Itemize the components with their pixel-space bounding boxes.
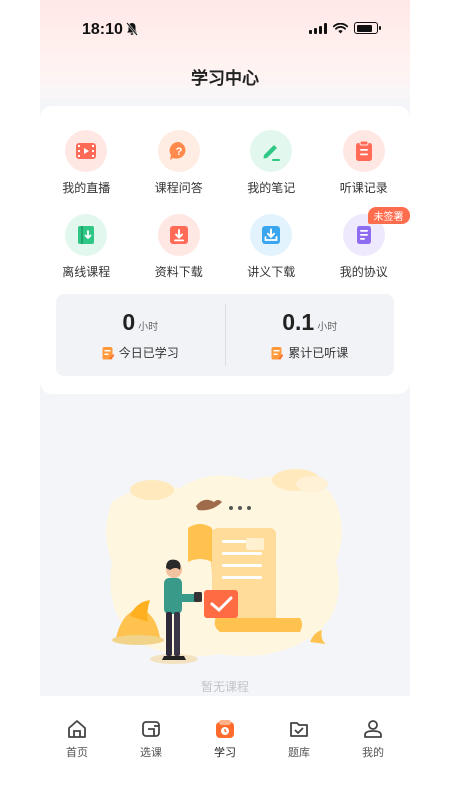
profile-icon [364,720,382,738]
study-record-icon [102,346,114,359]
study-stats: 0 小时 今日已学习 0.1 小时 累计已听课 [56,294,394,376]
signal-icon [309,22,327,34]
feature-label: 讲义下载 [247,265,296,279]
tab-label: 我的 [362,746,384,759]
empty-illustration [106,469,342,664]
feature-offline-courses[interactable]: 离线课程 [40,214,133,280]
feature-label: 我的协议 [339,265,388,279]
download-tray-icon [250,214,293,256]
study-center-screen: 18:10 学习中心 我的直播 ? 课程问答 我的笔记 听课记录 离线课程 资料… [0,0,450,800]
feature-label: 离线课程 [62,265,111,279]
feature-listen-history[interactable]: 听课记录 [318,130,411,196]
empty-state-text: 暂无课程 [200,680,249,694]
stat-label: 累计已听课 [288,346,349,360]
bell-muted-icon [126,22,138,36]
offline-book-icon [65,214,108,256]
clipboard-icon [342,130,385,172]
stat-unit: 小时 [138,322,159,333]
stat-today: 0 小时 今日已学习 [56,294,225,376]
svg-text:?: ? [175,146,182,158]
tab-question-bank[interactable]: 题库 [262,718,336,768]
course-select-icon [142,721,160,737]
feature-card: 我的直播 ? 课程问答 我的笔记 听课记录 离线课程 资料下载 讲义下载 我的协… [40,106,410,394]
feature-my-agreement[interactable]: 我的协议 未签署 [318,207,411,280]
home-icon [68,720,86,738]
stat-label: 今日已学习 [118,346,179,360]
status-time: 18:10 [82,21,123,38]
study-record-icon [271,346,284,359]
download-box-icon [157,214,200,256]
pencil-icon [250,130,293,172]
feature-handout-download[interactable]: 讲义下载 [225,214,318,280]
tab-label: 学习 [214,746,236,759]
bottom-tab-bar: 首页 选课 学习 题库 我的 [40,718,410,768]
page-title: 学习中心 [191,69,259,89]
stat-unit: 小时 [317,322,338,333]
tab-course-select[interactable]: 选课 [114,718,188,768]
question-bank-icon [290,722,308,737]
wifi-icon [333,22,348,33]
live-video-icon [65,130,108,172]
tab-label: 题库 [288,746,310,759]
stat-value: 0.1 [282,309,315,335]
battery-icon [354,22,381,34]
study-icon [216,720,234,738]
feature-my-live[interactable]: 我的直播 [40,130,133,196]
feature-label: 我的笔记 [247,181,296,195]
feature-label: 资料下载 [154,265,203,279]
feature-label: 课程问答 [154,181,203,195]
status-bar: 18:10 [40,0,410,60]
unsigned-badge: 未签署 [367,207,410,224]
feature-course-qa[interactable]: ? 课程问答 [133,130,226,196]
tab-home[interactable]: 首页 [40,718,114,768]
question-bubble-icon: ? [157,130,200,172]
tab-profile[interactable]: 我的 [336,718,410,768]
feature-label: 听课记录 [339,181,388,195]
status-indicators [309,22,381,34]
tab-label: 首页 [66,746,88,759]
feature-grid: 我的直播 ? 课程问答 我的笔记 听课记录 离线课程 资料下载 讲义下载 我的协… [40,130,410,280]
stat-value: 0 [122,309,136,335]
tab-label: 选课 [140,746,162,759]
feature-my-notes[interactable]: 我的笔记 [225,130,318,196]
feature-material-download[interactable]: 资料下载 [133,214,226,280]
tab-study[interactable]: 学习 [188,718,262,768]
stat-total: 0.1 小时 累计已听课 [226,294,395,376]
feature-label: 我的直播 [62,181,111,195]
